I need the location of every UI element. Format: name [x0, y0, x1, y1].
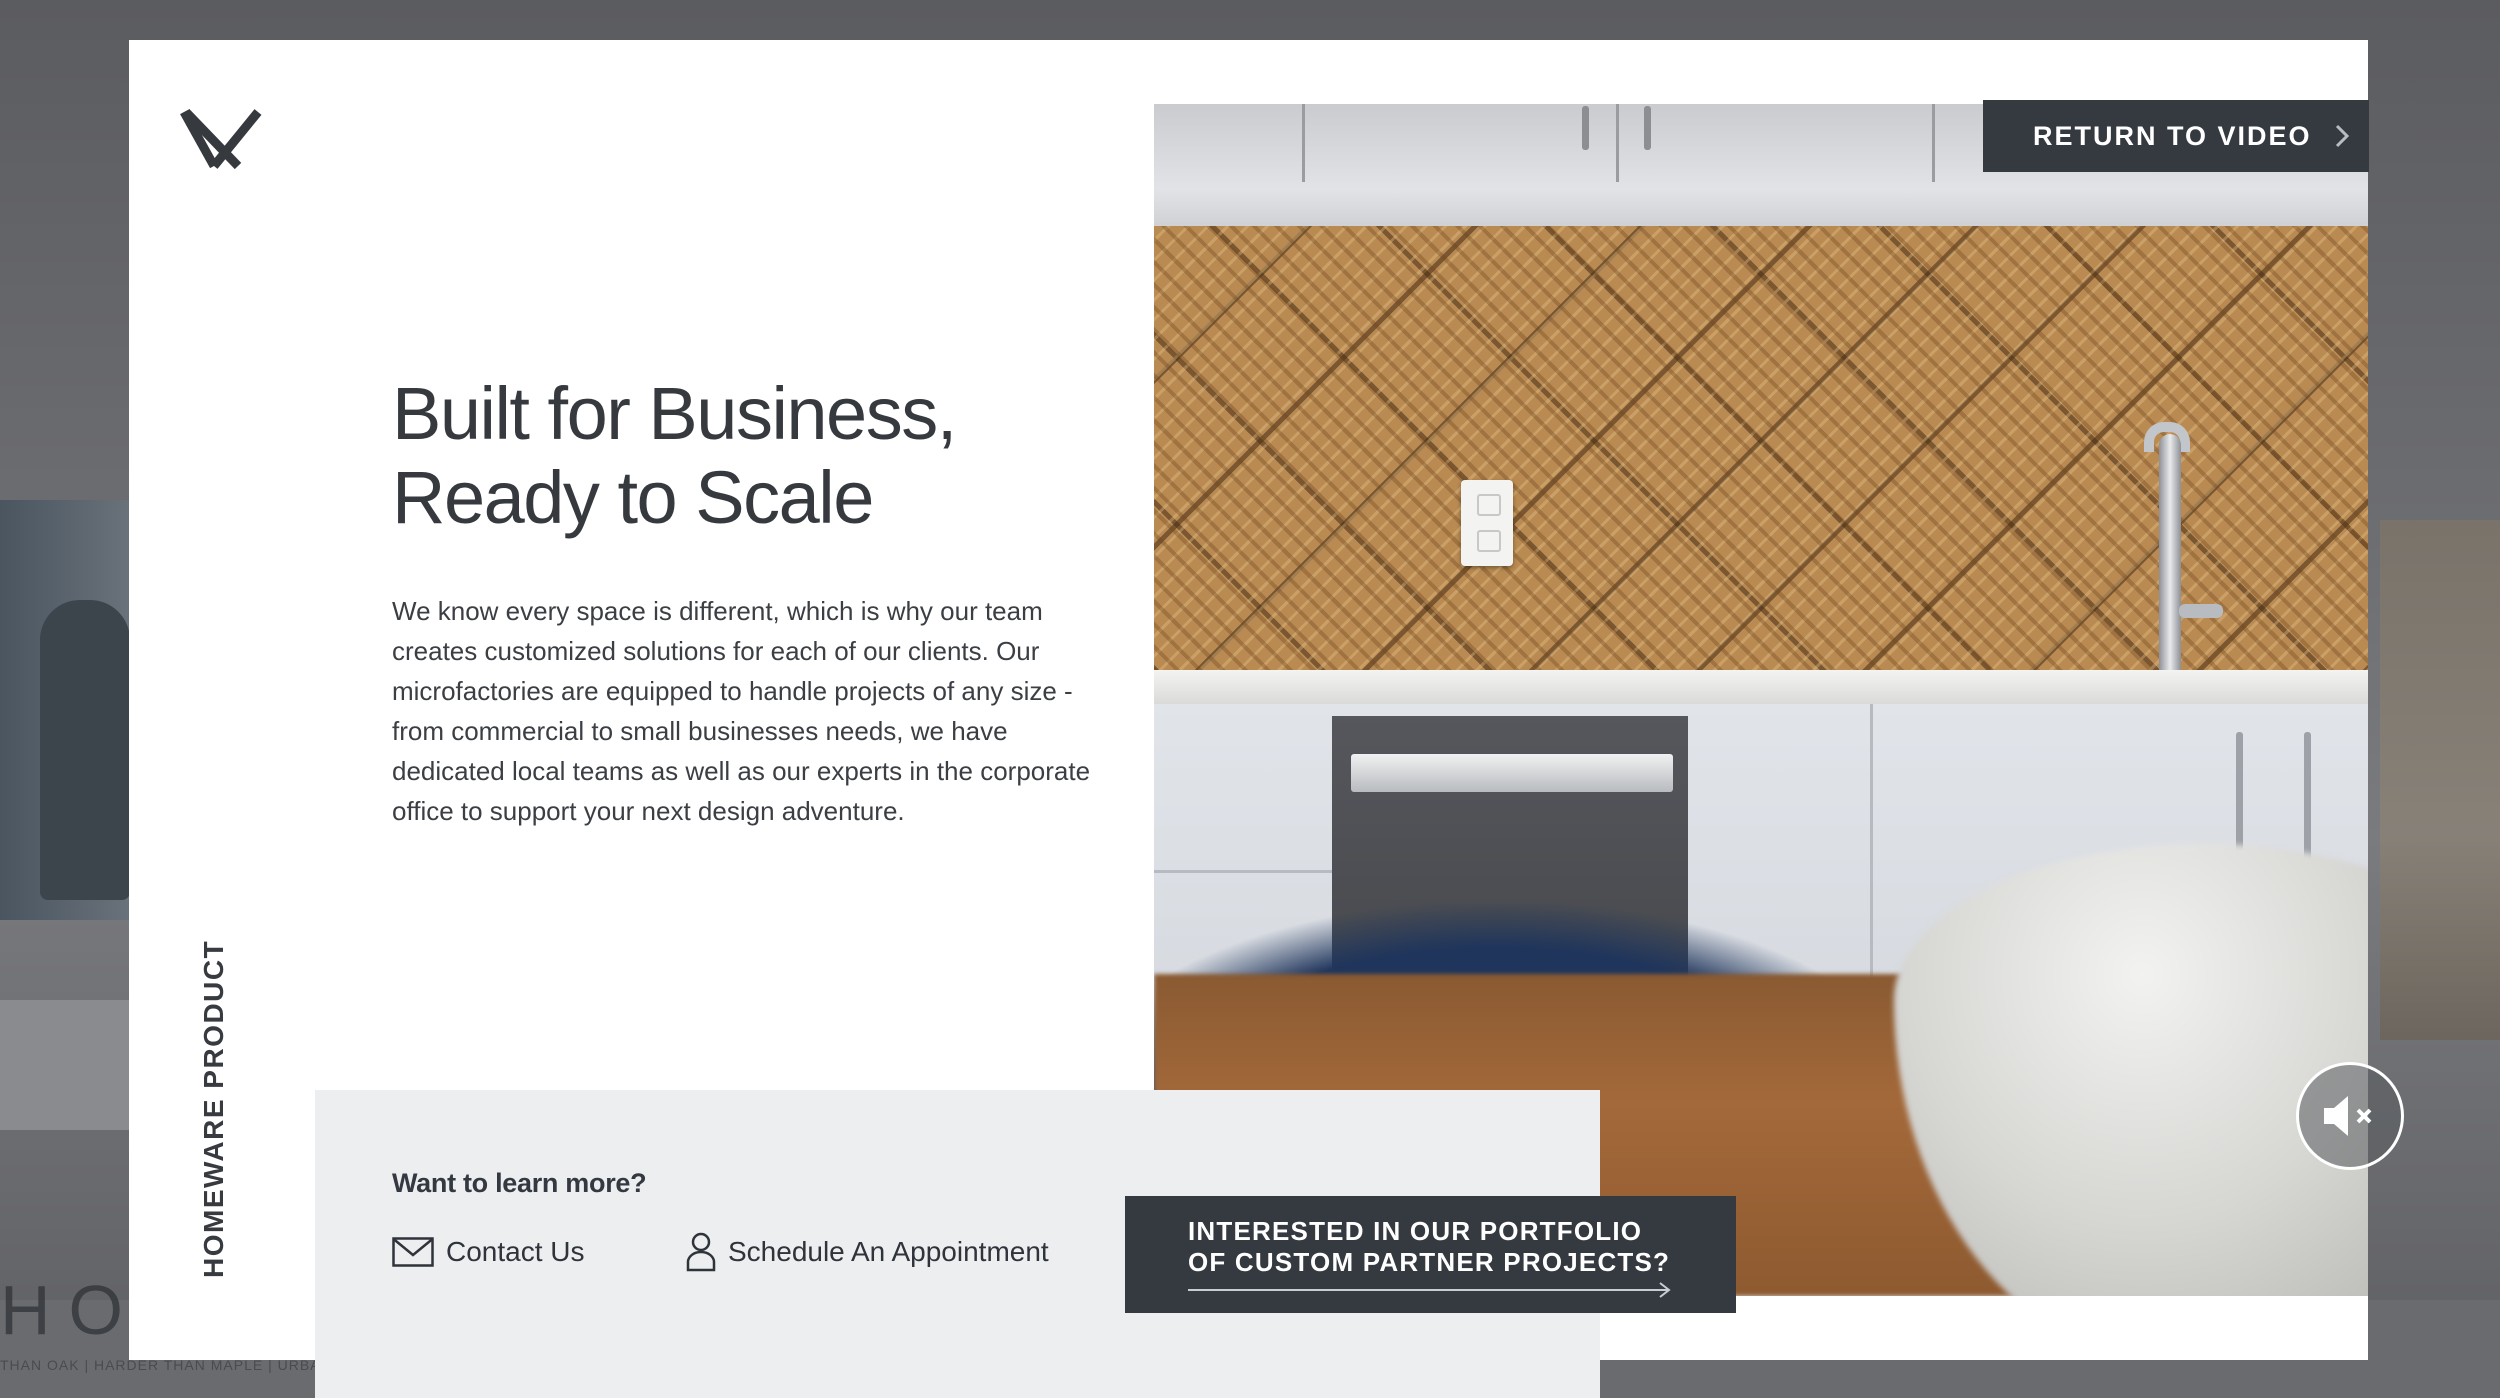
portfolio-line-1: INTERESTED IN OUR PORTFOLIO	[1188, 1216, 1643, 1246]
background-decor	[2380, 520, 2500, 1040]
cabinet-seam	[1302, 104, 1305, 182]
headline-line-2: Ready to Scale	[392, 456, 874, 539]
cabinet-handle	[2236, 732, 2243, 862]
cabinet-seam	[1154, 870, 1334, 873]
body-paragraph: We know every space is different, which …	[392, 596, 1091, 826]
learn-more-prompt: Want to learn more?	[392, 1168, 647, 1198]
cabinet-seam	[1932, 104, 1935, 182]
section-vertical-label: HOMEWARE PRODUCT	[198, 939, 229, 1278]
return-to-video-label: RETURN TO VIDEO	[2033, 120, 2312, 151]
mute-toggle-button[interactable]	[2296, 1062, 2404, 1170]
wall-outlet	[1461, 480, 1513, 566]
background-person	[40, 600, 130, 900]
envelope-icon	[392, 1237, 434, 1267]
background-sign	[0, 1000, 130, 1130]
schedule-appointment-link[interactable]: Schedule An Appointment	[686, 1232, 1049, 1272]
person-icon	[686, 1232, 716, 1272]
portfolio-button[interactable]: INTERESTED IN OUR PORTFOLIO OF CUSTOM PA…	[1125, 1196, 1736, 1313]
bowl	[1894, 844, 2368, 1296]
portfolio-line-2: OF CUSTOM PARTNER PROJECTS?	[1188, 1247, 1671, 1277]
close-button[interactable]	[180, 108, 262, 170]
countertop	[1154, 670, 2368, 704]
cabinet-handle	[1644, 106, 1651, 150]
cabinet-seam	[1616, 104, 1619, 182]
close-icon	[180, 108, 262, 170]
contact-us-label: Contact Us	[446, 1236, 585, 1267]
chevron-right-icon	[2335, 124, 2349, 148]
arrow-right-icon	[1188, 1282, 1671, 1298]
cabinet-handle	[1582, 106, 1589, 150]
page-title: Built for Business, Ready to Scale	[392, 372, 1092, 540]
return-to-video-button[interactable]: RETURN TO VIDEO	[1983, 100, 2369, 172]
faucet	[2159, 434, 2181, 674]
schedule-appointment-label: Schedule An Appointment	[728, 1236, 1049, 1267]
cabinet-handle	[2304, 732, 2311, 862]
dishwasher-handle	[1351, 754, 1673, 792]
contact-us-link[interactable]: Contact Us	[392, 1236, 585, 1268]
faucet-lever	[2179, 604, 2223, 618]
headline-line-1: Built for Business,	[392, 372, 957, 455]
speaker-muted-icon	[2324, 1096, 2372, 1136]
